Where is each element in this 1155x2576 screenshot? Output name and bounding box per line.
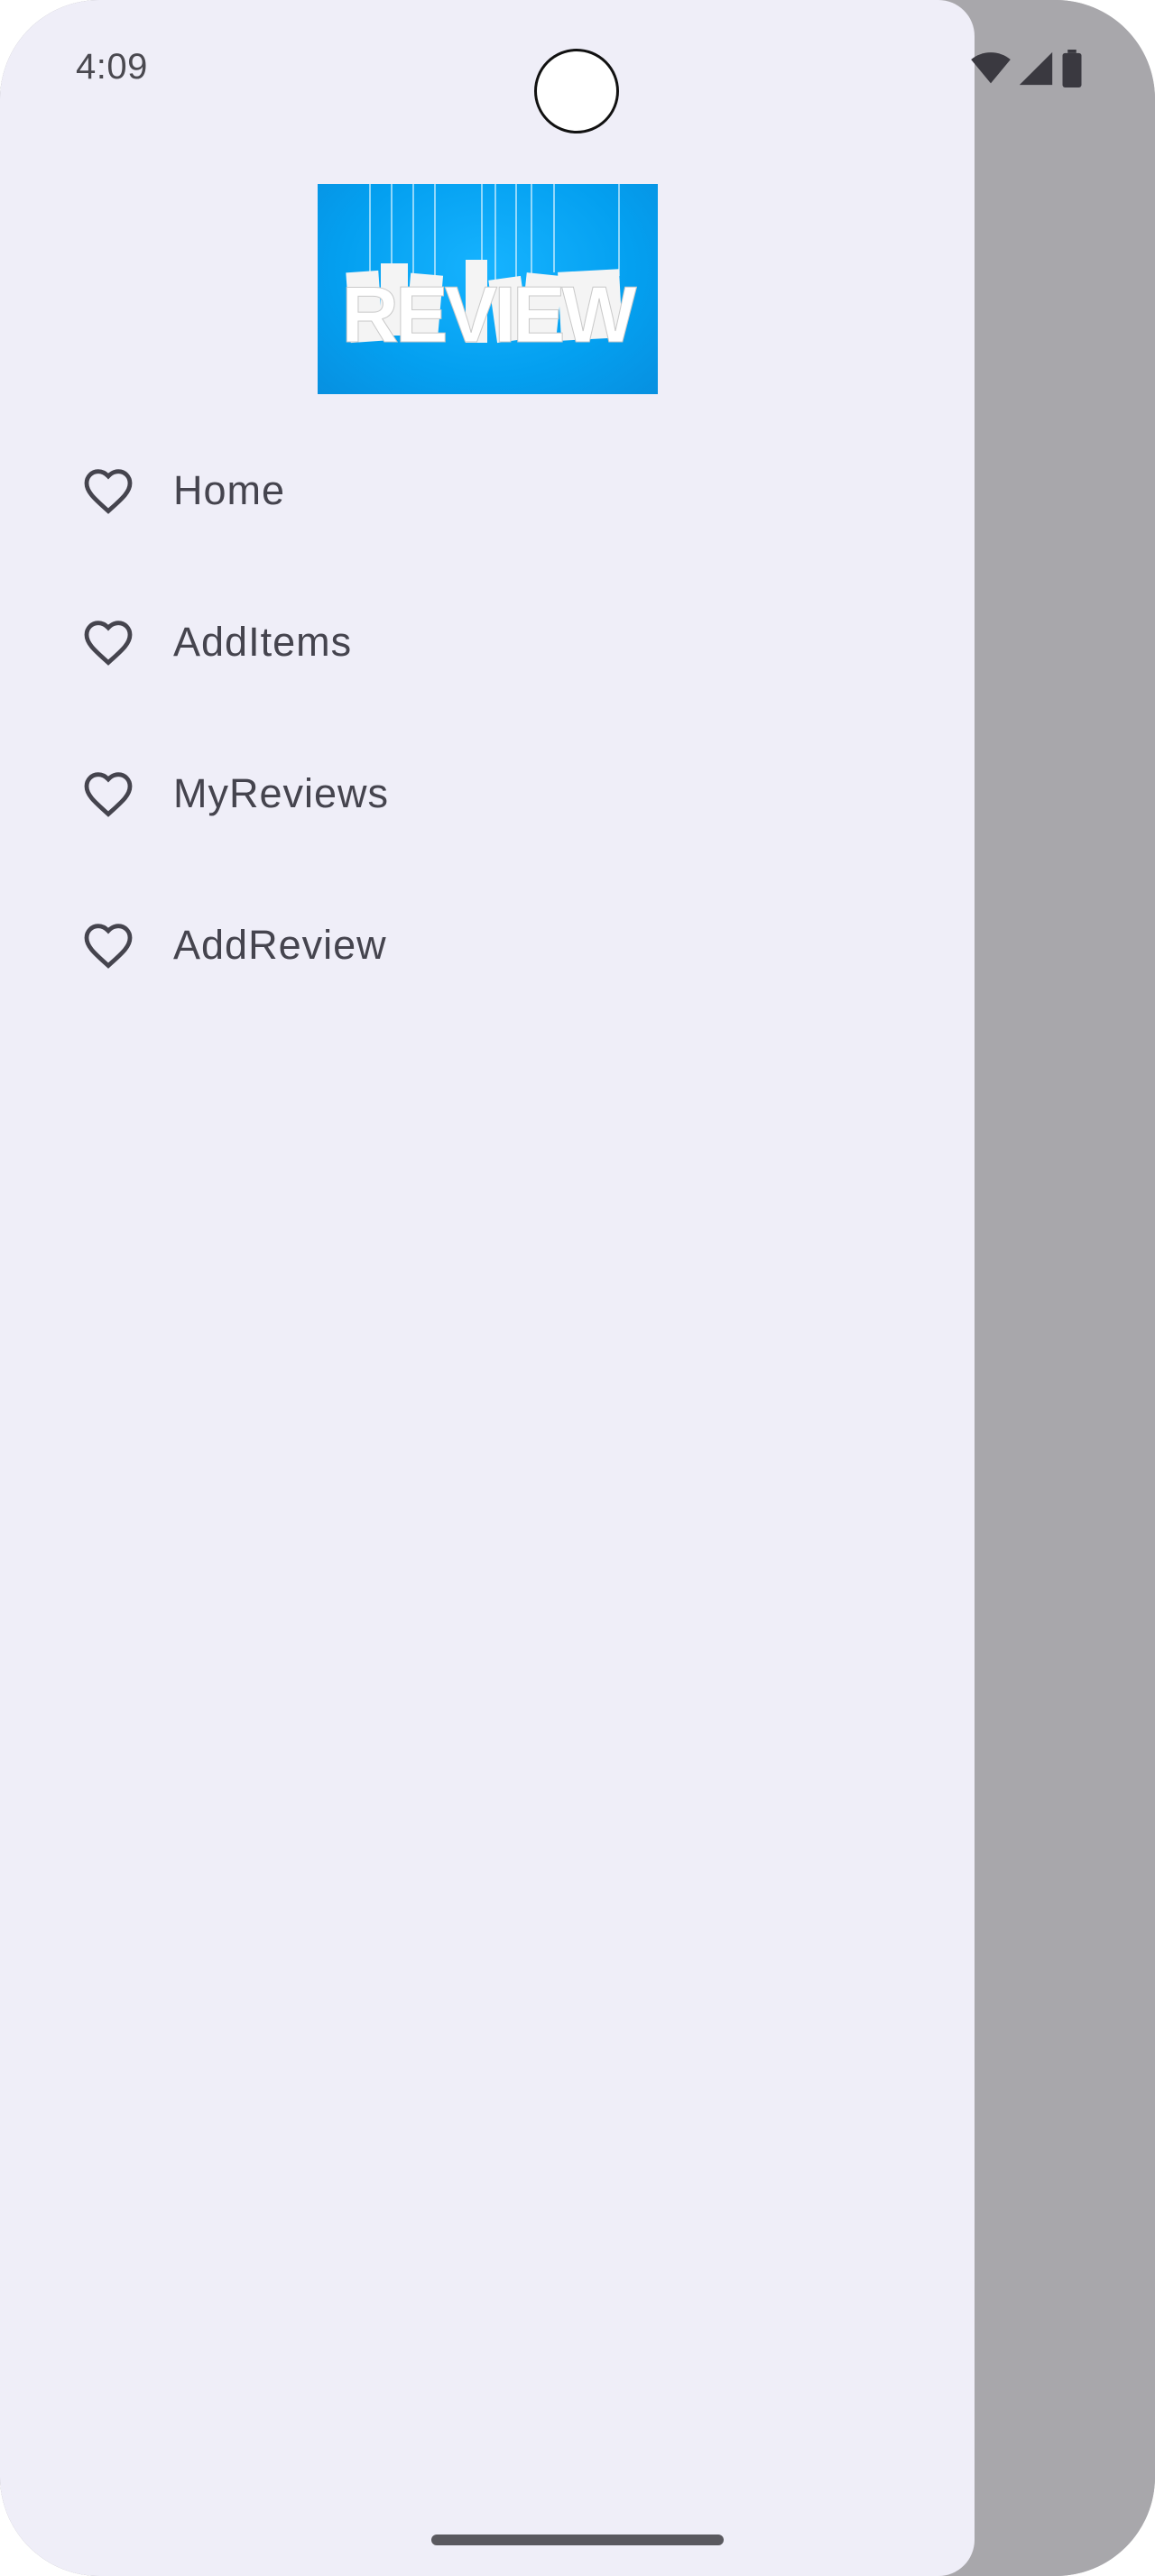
- nav-item-label: MyReviews: [173, 770, 390, 816]
- logo-text: REVIEW: [341, 270, 636, 359]
- drawer-nav-list: Home AddItems MyReviews AddReview: [0, 415, 975, 1021]
- navigation-drawer: 4:09 REVIEW Home AddItems MyReviews AddR…: [0, 0, 975, 2576]
- heart-outline-icon: [84, 469, 133, 514]
- device-screen: 4:09 REVIEW Home AddItems MyReviews AddR…: [0, 0, 1155, 2576]
- review-logo-image: REVIEW: [341, 184, 641, 360]
- battery-icon: [1061, 49, 1083, 92]
- heart-outline-icon: [84, 924, 133, 969]
- heart-outline-icon: [84, 621, 133, 666]
- signal-icon: [1018, 51, 1054, 91]
- nav-item-label: Home: [173, 467, 286, 513]
- home-indicator[interactable]: [431, 2535, 724, 2545]
- wifi-icon: [971, 51, 1011, 91]
- nav-item-label: AddReview: [173, 922, 387, 968]
- review-logo: REVIEW: [318, 184, 658, 394]
- camera-cutout: [534, 49, 619, 133]
- nav-item-additems[interactable]: AddItems: [0, 566, 975, 718]
- nav-item-label: AddItems: [173, 619, 353, 665]
- status-icons: [971, 49, 1083, 92]
- nav-item-addreview[interactable]: AddReview: [0, 869, 975, 1021]
- status-time: 4:09: [76, 47, 148, 87]
- heart-outline-icon: [84, 772, 133, 817]
- nav-item-home[interactable]: Home: [0, 415, 975, 566]
- nav-item-myreviews[interactable]: MyReviews: [0, 718, 975, 869]
